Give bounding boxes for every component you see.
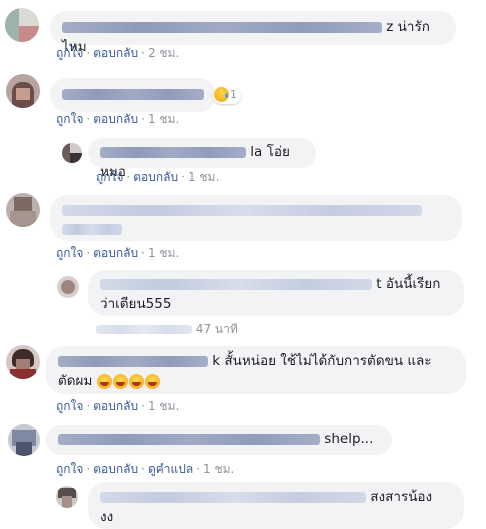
separator: ·	[141, 46, 145, 60]
comment-time[interactable]: 1 ชม.	[148, 399, 179, 413]
laughing-emoji-icon	[96, 373, 112, 389]
comment-bubble: t อันนี้เรียก ว่าเตียน555	[88, 270, 464, 316]
laughing-emoji-icon	[144, 373, 160, 389]
translate-link[interactable]: ดูคำแปล	[148, 462, 193, 476]
comment-text-line1: t อันนี้เรียก	[376, 276, 441, 292]
separator: ·	[86, 399, 91, 413]
comment-bubble	[50, 78, 216, 112]
laughing-emoji-icon	[112, 373, 128, 389]
reply-link[interactable]: ตอบกลับ	[93, 399, 138, 413]
avatar[interactable]	[62, 143, 82, 163]
avatar[interactable]	[8, 424, 40, 456]
reply-link[interactable]: ตอบกลับ	[93, 246, 138, 260]
separator: ·	[181, 170, 185, 184]
like-link[interactable]: ถูกใจ	[56, 246, 83, 260]
comment-actions: ถูกใจ · ตอบกลับ · 1 ชม.	[56, 244, 179, 263]
separator: ·	[141, 246, 145, 260]
comment-bubble: k สั้นหน่อย ใช้ไม่ได้กับการตัดขน และ ตัด…	[46, 346, 466, 394]
comment-text-line1: k สั้นหน่อย ใช้ไม่ได้กับการตัดขน และ	[212, 353, 432, 369]
separator: ·	[196, 462, 201, 476]
comment-text: shelp...	[324, 431, 374, 447]
avatar[interactable]	[56, 486, 78, 508]
sad-emoji-icon	[214, 87, 229, 102]
comment-text-line2: งง	[100, 508, 114, 525]
separator: ·	[141, 112, 145, 126]
separator: ·	[86, 246, 91, 260]
comment-text-line2: ตัดผม	[58, 372, 93, 389]
avatar[interactable]	[6, 345, 40, 379]
comment-bubble: shelp...	[46, 425, 392, 455]
comment-bubble	[50, 195, 462, 241]
comment-actions: 47 นาที	[96, 320, 238, 339]
comment-actions: ถูกใจ · ตอบกลับ · 1 ชม.	[56, 110, 179, 129]
comment-bubble: สงสารน้อง งง	[88, 482, 464, 529]
separator: ·	[86, 46, 91, 60]
comment-bubble: la โอ่ยหมอ	[88, 138, 316, 180]
comment-text-line1: สงสารน้อง	[370, 489, 433, 505]
avatar[interactable]	[6, 74, 40, 108]
comment-actions: ถูกใจ · ตอบกลับ · 1 ชม.	[96, 168, 219, 187]
avatar[interactable]	[5, 8, 39, 42]
separator: ·	[86, 112, 91, 126]
separator: ·	[141, 462, 145, 476]
like-link[interactable]: ถูกใจ	[96, 170, 123, 184]
reaction-badge[interactable]: 1	[213, 84, 241, 104]
comment-time[interactable]: 1 ชม.	[148, 246, 179, 260]
reply-link[interactable]: ตอบกลับ	[93, 462, 138, 476]
like-link[interactable]: ถูกใจ	[56, 112, 83, 126]
comment-bubble: z น่ารักไหม	[50, 11, 456, 55]
reaction-count: 1	[230, 88, 237, 101]
separator: ·	[126, 170, 131, 184]
separator: ·	[141, 399, 145, 413]
comment-actions: ถูกใจ · ตอบกลับ · ดูคำแปล · 1 ชม.	[56, 460, 234, 479]
avatar[interactable]	[57, 276, 79, 298]
reply-link[interactable]: ตอบกลับ	[93, 112, 138, 126]
like-link[interactable]: ถูกใจ	[56, 399, 83, 413]
separator: ·	[86, 462, 91, 476]
comment-actions: ถูกใจ · ตอบกลับ · 2 ชม.	[56, 44, 179, 63]
comment-text-line2: ว่าเตียน555	[100, 295, 172, 312]
comment-time[interactable]: 2 ชม.	[148, 46, 179, 60]
comment-time[interactable]: 1 ชม.	[148, 112, 179, 126]
reply-link[interactable]: ตอบกลับ	[133, 170, 178, 184]
comment-time[interactable]: 1 ชม.	[188, 170, 219, 184]
reply-link[interactable]: ตอบกลับ	[93, 46, 138, 60]
like-link[interactable]: ถูกใจ	[56, 46, 83, 60]
comment-actions: ถูกใจ · ตอบกลับ · 1 ชม.	[56, 397, 179, 416]
avatar[interactable]	[6, 193, 40, 227]
laughing-emoji-icon	[128, 373, 144, 389]
comment-time[interactable]: 1 ชม.	[203, 462, 234, 476]
comment-time[interactable]: 47 นาที	[196, 322, 238, 336]
like-link[interactable]: ถูกใจ	[56, 462, 83, 476]
